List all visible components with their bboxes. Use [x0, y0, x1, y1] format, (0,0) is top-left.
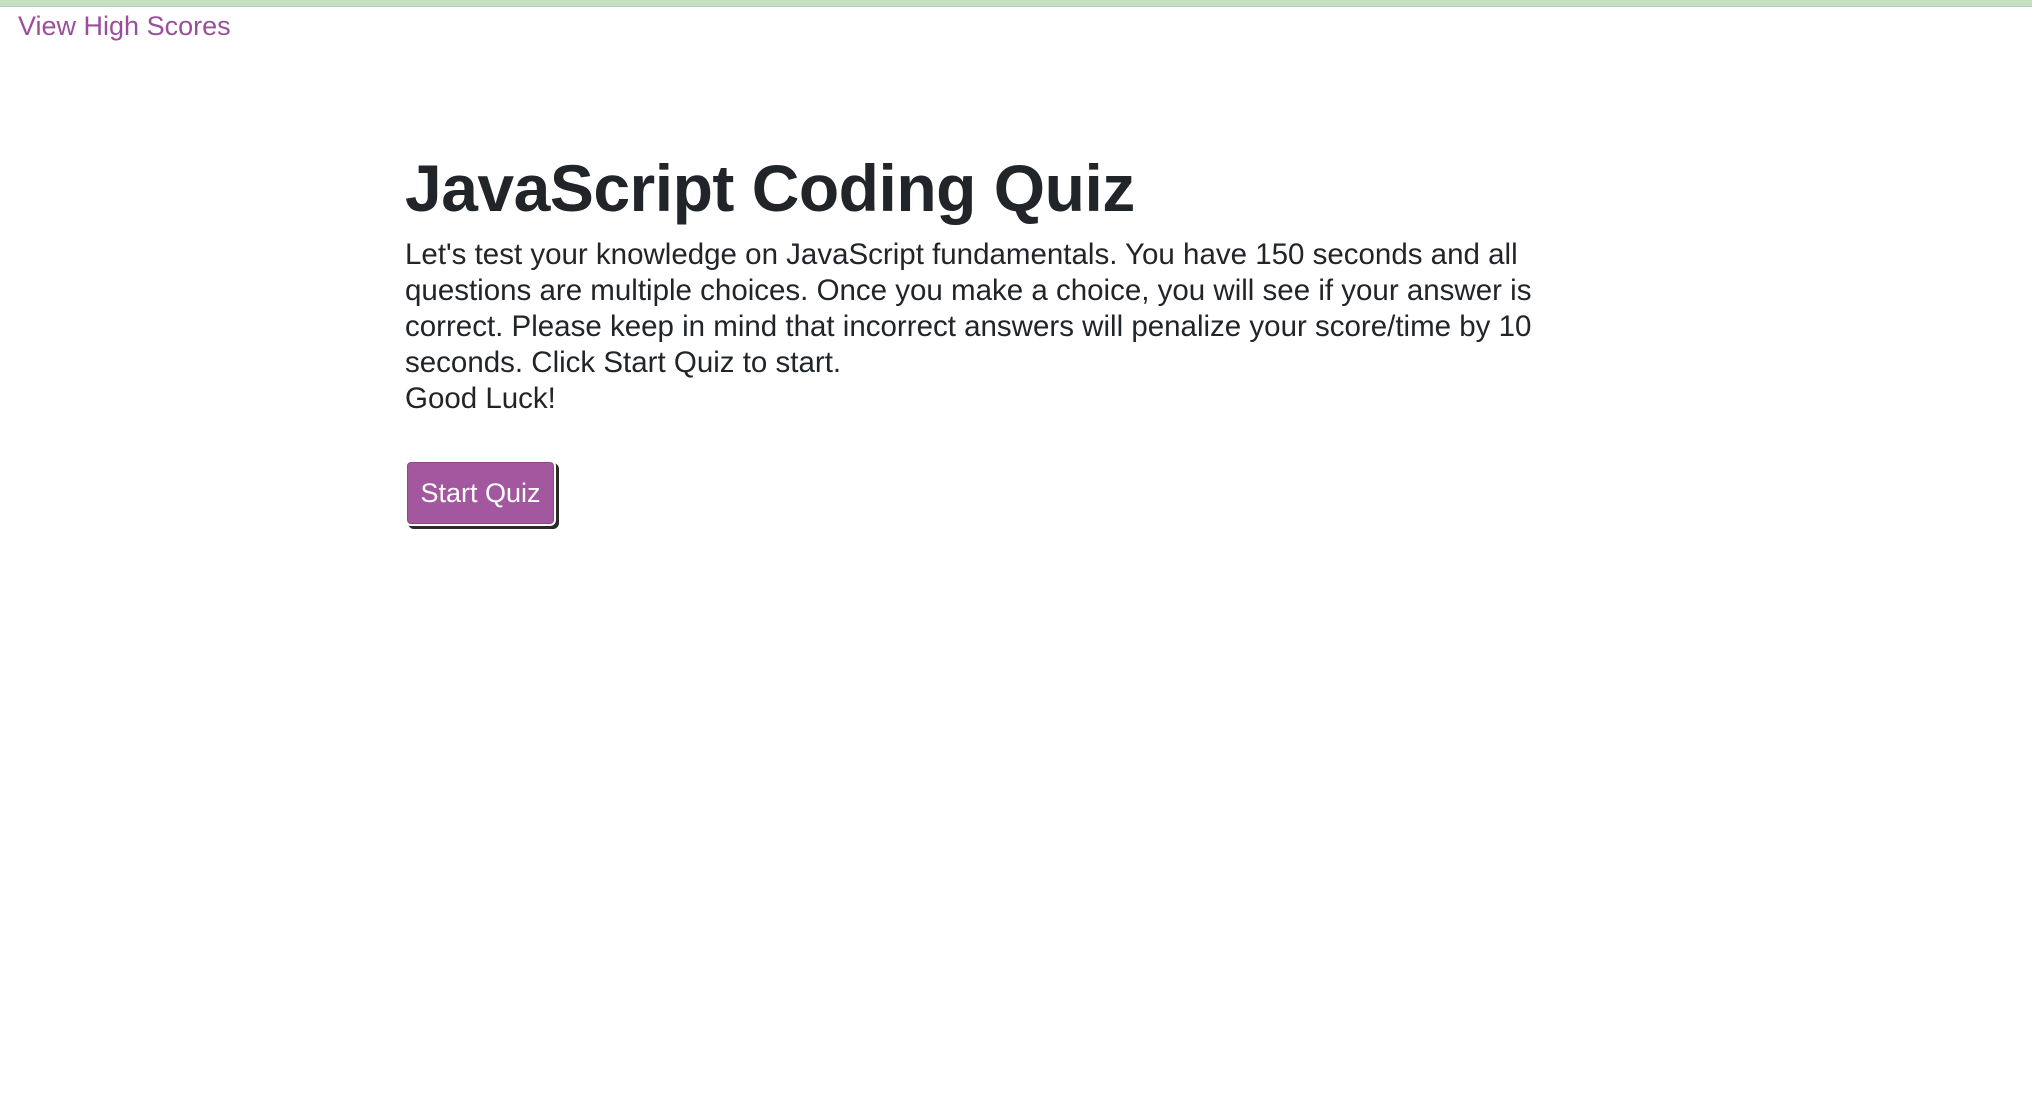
top-accent-bar — [0, 0, 2032, 7]
quiz-intro-section: JavaScript Coding Quiz Let's test your k… — [405, 148, 1635, 417]
quiz-instructions: Let's test your knowledge on JavaScript … — [405, 237, 1635, 417]
quiz-title: JavaScript Coding Quiz — [405, 151, 1135, 225]
quiz-instructions-text: Let's test your knowledge on JavaScript … — [405, 238, 1532, 379]
start-quiz-button[interactable]: Start Quiz — [405, 460, 556, 526]
good-luck-message: Good Luck! — [405, 382, 556, 415]
view-high-scores-link[interactable]: View High Scores — [18, 8, 231, 44]
